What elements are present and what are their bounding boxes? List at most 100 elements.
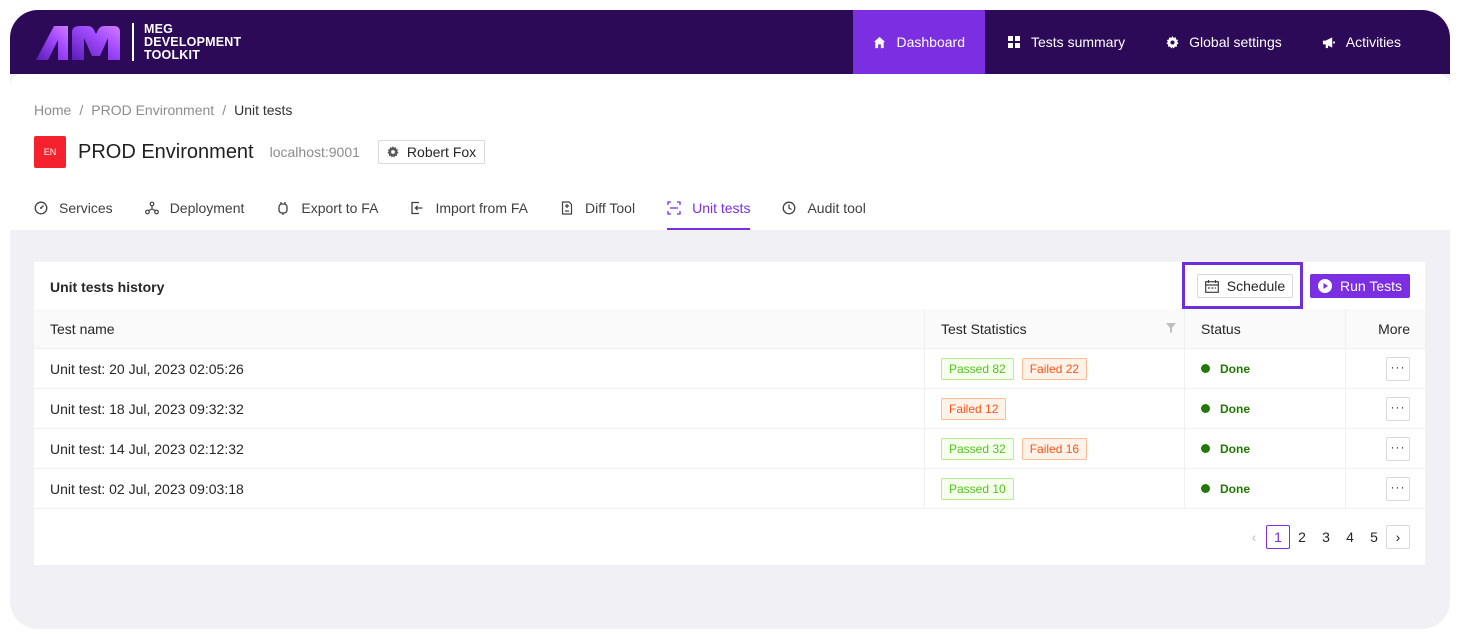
- nav-dashboard[interactable]: Dashboard: [853, 10, 985, 74]
- logo-divider: [132, 23, 134, 61]
- pagination: ‹ 1 2 3 4 5 ›: [1242, 525, 1410, 549]
- status-badge: Done: [1201, 402, 1250, 416]
- tab-import-from-fa[interactable]: Import from FA: [410, 200, 528, 230]
- scan-icon: [667, 201, 681, 215]
- table-row[interactable]: Unit test: 20 Jul, 2023 02:05:26 Passed …: [34, 349, 1425, 389]
- export-icon: [276, 201, 290, 215]
- megaphone-icon: [1322, 35, 1336, 49]
- header-test-statistics: Test Statistics: [925, 309, 1185, 348]
- card-title: Unit tests history: [50, 279, 165, 295]
- environment-row: EN PROD Environment localhost:9001 Rober…: [34, 136, 486, 168]
- unit-tests-history-card: Unit tests history Schedule Run Tests Te…: [34, 262, 1425, 565]
- environment-tabs: Services Deployment Export to FA Import …: [34, 200, 898, 230]
- home-icon: [873, 35, 887, 49]
- pagination-page-4[interactable]: 4: [1338, 525, 1362, 549]
- filter-icon[interactable]: [1166, 323, 1176, 333]
- breadcrumb: Home / PROD Environment / Unit tests: [34, 102, 292, 118]
- more-cell: ···: [1346, 349, 1425, 388]
- test-statistics: Passed 32 Failed 16: [925, 429, 1185, 468]
- tab-unit-tests[interactable]: Unit tests: [667, 200, 751, 230]
- failed-tag: Failed 12: [941, 397, 1007, 420]
- diff-icon: [560, 201, 574, 215]
- environment-badge: EN: [34, 136, 66, 168]
- logo-mark-icon: [36, 26, 120, 60]
- breadcrumb-separator: /: [79, 102, 84, 118]
- brand-name: MEG DEVELOPMENT TOOLKIT: [144, 21, 242, 62]
- gear-icon: [1165, 35, 1179, 49]
- header-status: Status: [1185, 309, 1346, 348]
- tab-export-to-fa[interactable]: Export to FA: [276, 200, 378, 230]
- page-title: PROD Environment: [78, 140, 254, 163]
- more-button[interactable]: ···: [1386, 356, 1410, 381]
- brand-logo[interactable]: MEG DEVELOPMENT TOOLKIT: [34, 22, 241, 62]
- gear-icon: [387, 146, 399, 158]
- status-dot-icon: [1201, 404, 1210, 413]
- passed-tag: Passed 32: [941, 437, 1014, 460]
- play-circle-icon: [1318, 279, 1332, 293]
- user-chip[interactable]: Robert Fox: [377, 140, 486, 164]
- clock-icon: [782, 201, 796, 215]
- tab-audit-tool[interactable]: Audit tool: [782, 200, 866, 230]
- test-name: Unit test: 20 Jul, 2023 02:05:26: [34, 349, 925, 388]
- breadcrumb-environment[interactable]: PROD Environment: [91, 102, 214, 118]
- breadcrumb-home[interactable]: Home: [34, 102, 71, 118]
- schedule-button[interactable]: Schedule: [1197, 274, 1293, 298]
- status-cell: Done: [1185, 429, 1346, 468]
- environment-header: Home / PROD Environment / Unit tests EN …: [10, 74, 1450, 230]
- calendar-icon: [1204, 279, 1219, 293]
- header-more: More: [1378, 320, 1410, 337]
- more-cell: ···: [1346, 429, 1425, 468]
- status-dot-icon: [1201, 444, 1210, 453]
- deployment-icon: [144, 201, 159, 215]
- main-nav: Dashboard Tests summary Global settings …: [853, 10, 1421, 74]
- test-statistics: Passed 10: [925, 469, 1185, 508]
- status-dot-icon: [1201, 364, 1210, 373]
- grid-icon: [1007, 35, 1021, 49]
- test-name: Unit test: 14 Jul, 2023 02:12:32: [34, 429, 925, 468]
- dashboard-icon: [34, 201, 48, 215]
- more-button[interactable]: ···: [1386, 396, 1410, 421]
- pagination-page-5[interactable]: 5: [1362, 525, 1386, 549]
- more-button[interactable]: ···: [1386, 476, 1410, 501]
- more-button[interactable]: ···: [1386, 436, 1410, 461]
- passed-tag: Passed 10: [941, 477, 1014, 500]
- breadcrumb-separator: /: [222, 102, 227, 118]
- table-row[interactable]: Unit test: 14 Jul, 2023 02:12:32 Passed …: [34, 429, 1425, 469]
- app-frame: MEG DEVELOPMENT TOOLKIT Dashboard Tests …: [10, 10, 1450, 629]
- status-cell: Done: [1185, 469, 1346, 508]
- import-icon: [410, 201, 424, 215]
- test-statistics: Failed 12: [925, 389, 1185, 428]
- table-header: Test name Test Statistics Status More: [34, 309, 1425, 349]
- nav-global-settings[interactable]: Global settings: [1145, 10, 1302, 74]
- top-navbar: MEG DEVELOPMENT TOOLKIT Dashboard Tests …: [10, 10, 1450, 74]
- status-badge: Done: [1201, 442, 1250, 456]
- pagination-next[interactable]: ›: [1386, 525, 1410, 549]
- failed-tag: Failed 16: [1021, 437, 1088, 460]
- header-test-name: Test name: [34, 309, 925, 348]
- nav-activities[interactable]: Activities: [1302, 10, 1421, 74]
- tab-diff-tool[interactable]: Diff Tool: [560, 200, 635, 230]
- pagination-page-2[interactable]: 2: [1290, 525, 1314, 549]
- test-statistics: Passed 82 Failed 22: [925, 349, 1185, 388]
- status-badge: Done: [1201, 482, 1250, 496]
- test-name: Unit test: 02 Jul, 2023 09:03:18: [34, 469, 925, 508]
- pagination-page-1[interactable]: 1: [1266, 525, 1290, 549]
- tab-deployment[interactable]: Deployment: [144, 200, 244, 230]
- environment-host: localhost:9001: [269, 144, 360, 160]
- table-row[interactable]: Unit test: 02 Jul, 2023 09:03:18 Passed …: [34, 469, 1425, 509]
- pagination-prev[interactable]: ‹: [1242, 525, 1266, 549]
- status-dot-icon: [1201, 484, 1210, 493]
- pagination-page-3[interactable]: 3: [1314, 525, 1338, 549]
- status-badge: Done: [1201, 362, 1250, 376]
- status-cell: Done: [1185, 349, 1346, 388]
- more-cell: ···: [1346, 469, 1425, 508]
- table-row[interactable]: Unit test: 18 Jul, 2023 09:32:32 Failed …: [34, 389, 1425, 429]
- tab-services[interactable]: Services: [34, 200, 113, 230]
- breadcrumb-current: Unit tests: [234, 102, 293, 118]
- passed-tag: Passed 82: [941, 357, 1014, 380]
- nav-tests-summary[interactable]: Tests summary: [987, 10, 1145, 74]
- run-tests-button[interactable]: Run Tests: [1310, 274, 1410, 298]
- more-cell: ···: [1346, 389, 1425, 428]
- status-cell: Done: [1185, 389, 1346, 428]
- test-name: Unit test: 18 Jul, 2023 09:32:32: [34, 389, 925, 428]
